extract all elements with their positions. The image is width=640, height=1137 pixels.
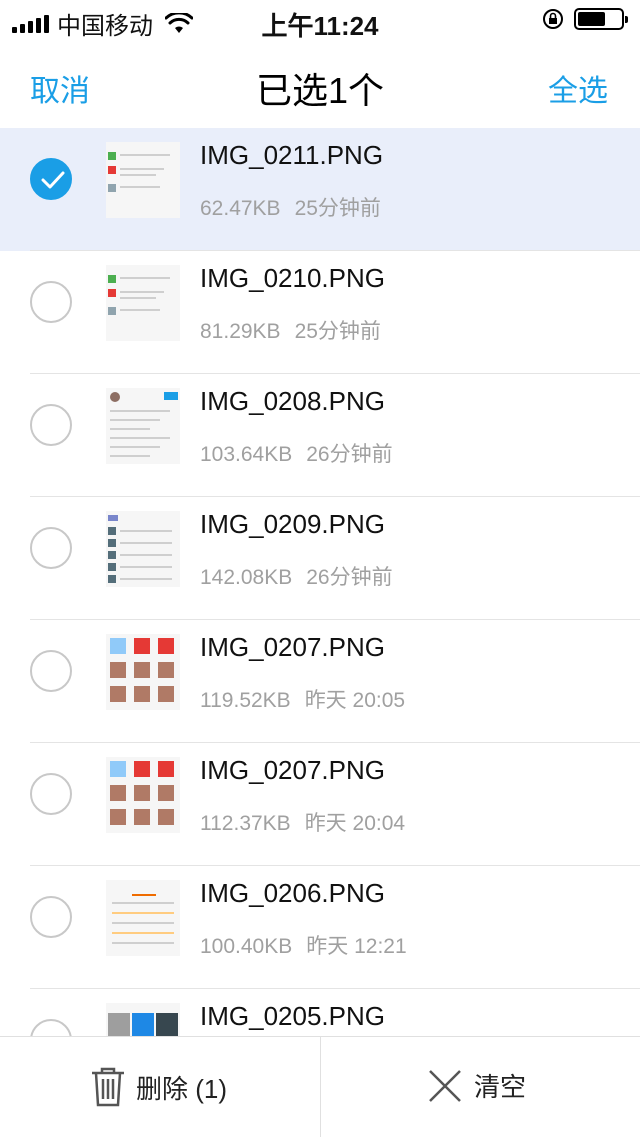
checkbox-unchecked[interactable]: [30, 773, 72, 815]
file-list[interactable]: IMG_0211.PNG 62.47KB 25分钟前 IMG_0210.PNG 81.2…: [0, 128, 640, 1036]
file-thumbnail: [106, 265, 180, 341]
file-row[interactable]: IMG_0206.PNG 100.40KB 昨天 12:21: [0, 866, 640, 989]
file-size: 81.29KB: [200, 320, 281, 343]
file-time: 昨天 12:21: [306, 935, 407, 958]
file-size: 112.37KB: [200, 812, 291, 835]
checkbox-checked[interactable]: [30, 158, 72, 200]
status-right: [542, 8, 628, 30]
checkbox-unchecked[interactable]: [30, 896, 72, 938]
checkbox-unchecked[interactable]: [30, 404, 72, 446]
checkbox-unchecked[interactable]: [30, 527, 72, 569]
file-size: 100.40KB: [200, 935, 293, 958]
file-row[interactable]: IMG_0205.PNG: [0, 989, 640, 1036]
file-size: 142.08KB: [200, 566, 293, 589]
file-meta: 81.29KB 25分钟前: [200, 315, 381, 345]
bottom-toolbar: 删除 (1) 清空: [0, 1036, 640, 1137]
file-thumbnail: [106, 142, 180, 218]
file-name: IMG_0205.PNG: [200, 1001, 385, 1031]
file-row[interactable]: IMG_0207.PNG 119.52KB 昨天 20:05: [0, 620, 640, 743]
toolbar-divider: [320, 1037, 321, 1137]
close-icon: [429, 1069, 461, 1102]
file-thumbnail: [106, 880, 180, 956]
clear-button[interactable]: 清空: [428, 1067, 526, 1104]
file-time: 25分钟前: [294, 320, 381, 343]
file-row[interactable]: IMG_0211.PNG 62.47KB 25分钟前: [0, 128, 640, 251]
delete-label: 删除 (1): [136, 1073, 228, 1104]
file-name: IMG_0211.PNG: [200, 140, 384, 170]
file-time: 25分钟前: [294, 197, 381, 220]
file-row[interactable]: IMG_0209.PNG 142.08KB 26分钟前: [0, 497, 640, 620]
file-name: IMG_0208.PNG: [200, 386, 385, 416]
file-thumbnail: [106, 757, 180, 833]
file-name: IMG_0209.PNG: [200, 509, 385, 539]
checkbox-unchecked[interactable]: [30, 281, 72, 323]
file-meta: 112.37KB 昨天 20:04: [200, 807, 405, 837]
file-size: 103.64KB: [200, 443, 293, 466]
file-name: IMG_0207.PNG: [200, 632, 385, 662]
file-time: 26分钟前: [306, 566, 393, 589]
file-thumbnail: [106, 388, 180, 464]
trash-icon: [92, 1067, 124, 1107]
checkbox-unchecked[interactable]: [30, 650, 72, 692]
checkbox-unchecked[interactable]: [30, 1019, 72, 1036]
file-thumbnail: [106, 634, 180, 710]
file-meta: 119.52KB 昨天 20:05: [200, 684, 405, 714]
file-name: IMG_0207.PNG: [200, 755, 385, 785]
file-meta: 103.64KB 26分钟前: [200, 438, 393, 468]
select-all-button[interactable]: 全选: [548, 66, 608, 110]
status-bar: 中国移动 上午11:24: [0, 0, 640, 41]
file-meta: 142.08KB 26分钟前: [200, 561, 393, 591]
file-size: 119.52KB: [200, 689, 291, 712]
checkmark-icon: [41, 171, 65, 189]
file-time: 26分钟前: [306, 443, 393, 466]
file-name: IMG_0210.PNG: [200, 263, 385, 293]
file-time: 昨天 20:04: [304, 812, 406, 835]
nav-bar: 取消 已选1个 全选: [0, 40, 640, 128]
file-meta: 100.40KB 昨天 12:21: [200, 930, 407, 960]
file-size: 62.47KB: [200, 197, 281, 220]
page-title: 已选1个: [255, 70, 385, 111]
orientation-lock-icon: [543, 9, 563, 29]
clear-label: 清空: [474, 1072, 527, 1102]
file-name: IMG_0206.PNG: [200, 878, 385, 908]
file-meta: 62.47KB 25分钟前: [200, 192, 381, 222]
file-row[interactable]: IMG_0210.PNG 81.29KB 25分钟前: [0, 251, 640, 374]
battery-icon: [574, 8, 628, 30]
delete-button[interactable]: 删除 (1): [90, 1067, 227, 1107]
file-time: 昨天 20:05: [304, 689, 406, 712]
file-thumbnail: [106, 511, 180, 587]
file-row[interactable]: IMG_0207.PNG 112.37KB 昨天 20:04: [0, 743, 640, 866]
file-thumbnail: [106, 1003, 180, 1036]
file-row[interactable]: IMG_0208.PNG 103.64KB 26分钟前: [0, 374, 640, 497]
